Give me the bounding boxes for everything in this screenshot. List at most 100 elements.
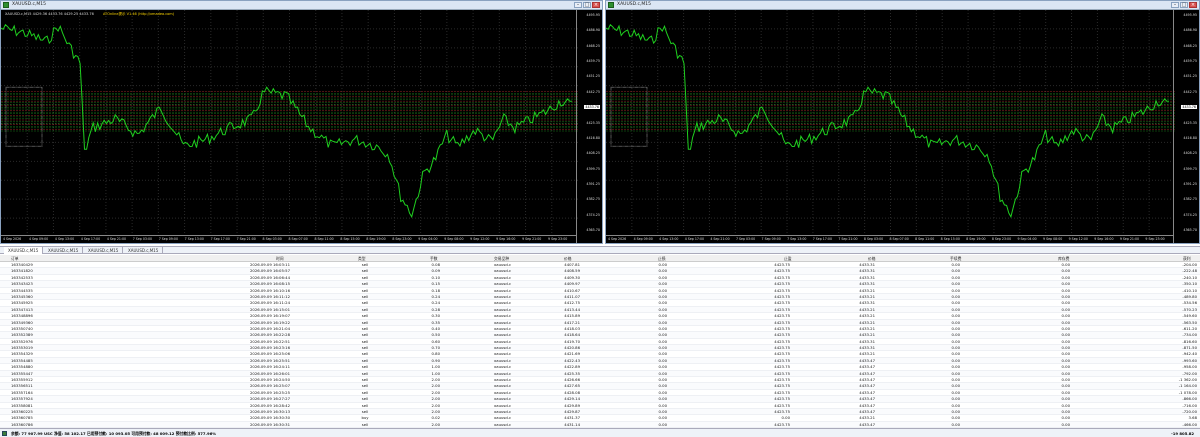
time-axis-label: 8 Sep 07:00: [288, 237, 308, 241]
time-axis-label: 8 Sep 19:00: [366, 237, 386, 241]
time-axis-label: 8 Sep 23:00: [392, 237, 412, 241]
time-axis-label: 9 Sep 21:00: [1119, 237, 1140, 241]
price-axis-label: 4382.75: [586, 197, 600, 202]
price-axis-label: 4391.25: [1183, 181, 1197, 186]
time-axis-label: 7 Sep 17:00: [210, 237, 230, 241]
time-axis-label: 8 Sep 15:00: [940, 237, 960, 241]
expert-advisor-label: ATOnline提示 V1.46 (http://xmadea.com): [102, 12, 175, 16]
account-status-bar: 余额: 77 907.99 USC 净值: 58 102.17 已用预付款: 1…: [0, 428, 1200, 437]
chart-tab-3[interactable]: XAUUSD.c,M15: [84, 247, 124, 254]
col-commission[interactable]: 手续费: [950, 255, 961, 262]
time-axis-label: 9 Sep 23:00: [1145, 237, 1165, 241]
price-axis-label: 4486.90: [586, 28, 600, 33]
price-axis-label: 4374.25: [586, 212, 600, 217]
chart-window-left[interactable]: XAUUSD.c,M15 – □ × XAUUSD.c,M15 4429.36 …: [0, 0, 603, 244]
time-axis-label: 4 Sep 2026: [608, 237, 627, 241]
account-summary: 余额: 77 907.99 USC 净值: 58 102.17 已用预付款: 1…: [11, 431, 217, 436]
time-axis-label: 7 Sep 13:00: [184, 237, 204, 241]
price-axis-label: 4451.25: [1183, 74, 1197, 79]
price-axis-label: 4486.90: [1183, 28, 1197, 33]
time-axis-label: 4 Sep 17:00: [684, 237, 705, 241]
price-axis-label: 4468.25: [586, 43, 600, 48]
time-axis-label: 7 Sep 21:00: [236, 237, 256, 241]
time-axis-label: 8 Sep 03:00: [863, 237, 884, 241]
time-axis-label: 7 Sep 09:00: [158, 237, 178, 241]
chart-window-titlebar[interactable]: XAUUSD.c,M15 – □ ×: [1, 1, 602, 10]
chart-tab-1[interactable]: XAUUSD.c,M15: [4, 247, 44, 254]
col-price[interactable]: 价格: [564, 255, 572, 262]
chart-tabs-bar: XAUUSD.c,M15 XAUUSD.c,M15 XAUUSD.c,M15 X…: [0, 246, 1200, 254]
time-axis-label: 9 Sep 16:00: [1094, 237, 1114, 241]
price-axis-label: 4425.35: [586, 120, 600, 125]
minimize-button[interactable]: –: [574, 2, 582, 8]
chart-window-right[interactable]: XAUUSD.c,M15 – □ × 4495.95 4486.90 4468.25…: [605, 0, 1200, 244]
time-axis-label: 8 Sep 11:00: [915, 237, 935, 241]
minimize-button[interactable]: –: [1171, 2, 1179, 8]
time-axis-label: 8 Sep 03:00: [262, 237, 282, 241]
price-axis-label: 4408.25: [1183, 151, 1197, 156]
time-axis-label: 4 Sep 13:00: [54, 237, 75, 241]
price-axis-label: 4416.80: [586, 135, 600, 140]
price-axis-label: 4391.25: [586, 181, 600, 186]
time-axis-label: 9 Sep 16:00: [496, 237, 516, 241]
col-symbol[interactable]: 交易品种: [494, 255, 509, 262]
table-body: 163340429 2026.09.09 16:03:11 sell 0.08 xauu…: [0, 262, 1200, 429]
time-axis-label: 8 Sep 07:00: [889, 237, 909, 241]
chart-window-titlebar[interactable]: XAUUSD.c,M15 – □ ×: [606, 1, 1199, 10]
chart-window-title: XAUUSD.c,M15: [617, 2, 652, 7]
time-axis-label: 9 Sep 04:00: [418, 237, 438, 241]
time-axis-label: 4 Sep 09:00: [633, 237, 653, 241]
time-axis-label: 4 Sep 21:00: [106, 237, 127, 241]
price-axis-label: 4416.80: [1183, 135, 1197, 140]
time-axis-label: 8 Sep 23:00: [991, 237, 1012, 241]
close-button[interactable]: ×: [592, 2, 600, 8]
price-axis-label: 4451.25: [586, 74, 600, 79]
maximize-button[interactable]: □: [583, 2, 591, 8]
col-cur-price[interactable]: 价格: [868, 255, 876, 262]
time-axis-label: 8 Sep 15:00: [340, 237, 360, 241]
account-icon: [2, 431, 7, 436]
chart-ohlc-text: XAUUSD.c,M15 4429.36 4433.76 4429.25 443…: [5, 12, 94, 16]
price-axis-label: 4442.75: [1183, 89, 1197, 94]
price-chart-area[interactable]: 4495.95 4486.90 4468.25 4459.75 4451.25 4442.…: [606, 10, 1199, 243]
col-profit[interactable]: 获利: [1183, 255, 1191, 262]
price-axis[interactable]: 4495.95 4486.90 4468.25 4459.75 4451.25 4442.…: [1173, 10, 1199, 243]
maximize-button[interactable]: □: [1180, 2, 1188, 8]
price-chart-svg: [606, 10, 1175, 237]
price-axis-label: 4382.75: [1183, 197, 1197, 202]
time-axis[interactable]: 4 Sep 2026 4 Sep 09:00 4 Sep 13:00 4 Sep 17…: [1, 235, 577, 243]
time-axis-label: 7 Sep 03:00: [132, 237, 153, 241]
time-axis-label: 8 Sep 11:00: [314, 237, 334, 241]
time-axis-label: 7 Sep 13:00: [787, 237, 807, 241]
time-axis-label: 9 Sep 21:00: [522, 237, 542, 241]
chart-tab-2[interactable]: XAUUSD.c,M15: [44, 247, 84, 254]
col-tp[interactable]: 止盈: [784, 255, 792, 262]
time-axis-label: 4 Sep 21:00: [710, 237, 730, 241]
col-type[interactable]: 类型: [358, 255, 366, 262]
price-axis-label: 4433.76: [584, 105, 600, 110]
price-chart-area[interactable]: XAUUSD.c,M15 4429.36 4433.76 4429.25 443…: [1, 10, 602, 243]
price-axis-label: 4495.95: [1183, 13, 1197, 17]
total-profit: -19 805.82: [1171, 431, 1194, 436]
price-axis-label: 4433.76: [1181, 105, 1197, 110]
price-axis-label: 4495.95: [586, 13, 600, 17]
chart-icon: [3, 2, 9, 8]
col-sl[interactable]: 止损: [658, 255, 666, 262]
price-axis-label: 4399.75: [586, 166, 600, 171]
col-volume[interactable]: 手数: [430, 255, 438, 262]
price-axis[interactable]: 4495.95 4486.90 4468.25 4459.75 4451.25 4442.…: [576, 10, 602, 243]
chart-tab-4[interactable]: XAUUSD.c,M15: [124, 247, 164, 254]
col-swap[interactable]: 库存费: [1058, 255, 1069, 262]
chart-icon: [608, 2, 614, 8]
col-ticket[interactable]: 订单: [11, 255, 19, 262]
price-axis-label: 4399.75: [1183, 166, 1197, 171]
close-button[interactable]: ×: [1189, 2, 1197, 8]
table-header: 订单 时间 类型 手数 交易品种 价格 止损 止盈 价格 手续费 库存费 获利: [0, 255, 1200, 262]
time-axis-label: 4 Sep 2026: [3, 237, 22, 241]
trade-orders-table: 订单 时间 类型 手数 交易品种 价格 止损 止盈 价格 手续费 库存费 获利 …: [0, 255, 1200, 437]
col-time[interactable]: 时间: [276, 255, 284, 262]
time-axis[interactable]: 4 Sep 2026 4 Sep 09:00 4 Sep 13:00 4 Sep 17…: [606, 235, 1174, 243]
time-axis-label: 4 Sep 17:00: [80, 237, 101, 241]
time-axis-label: 9 Sep 04:00: [1017, 237, 1037, 241]
time-axis-label: 7 Sep 17:00: [812, 237, 832, 241]
